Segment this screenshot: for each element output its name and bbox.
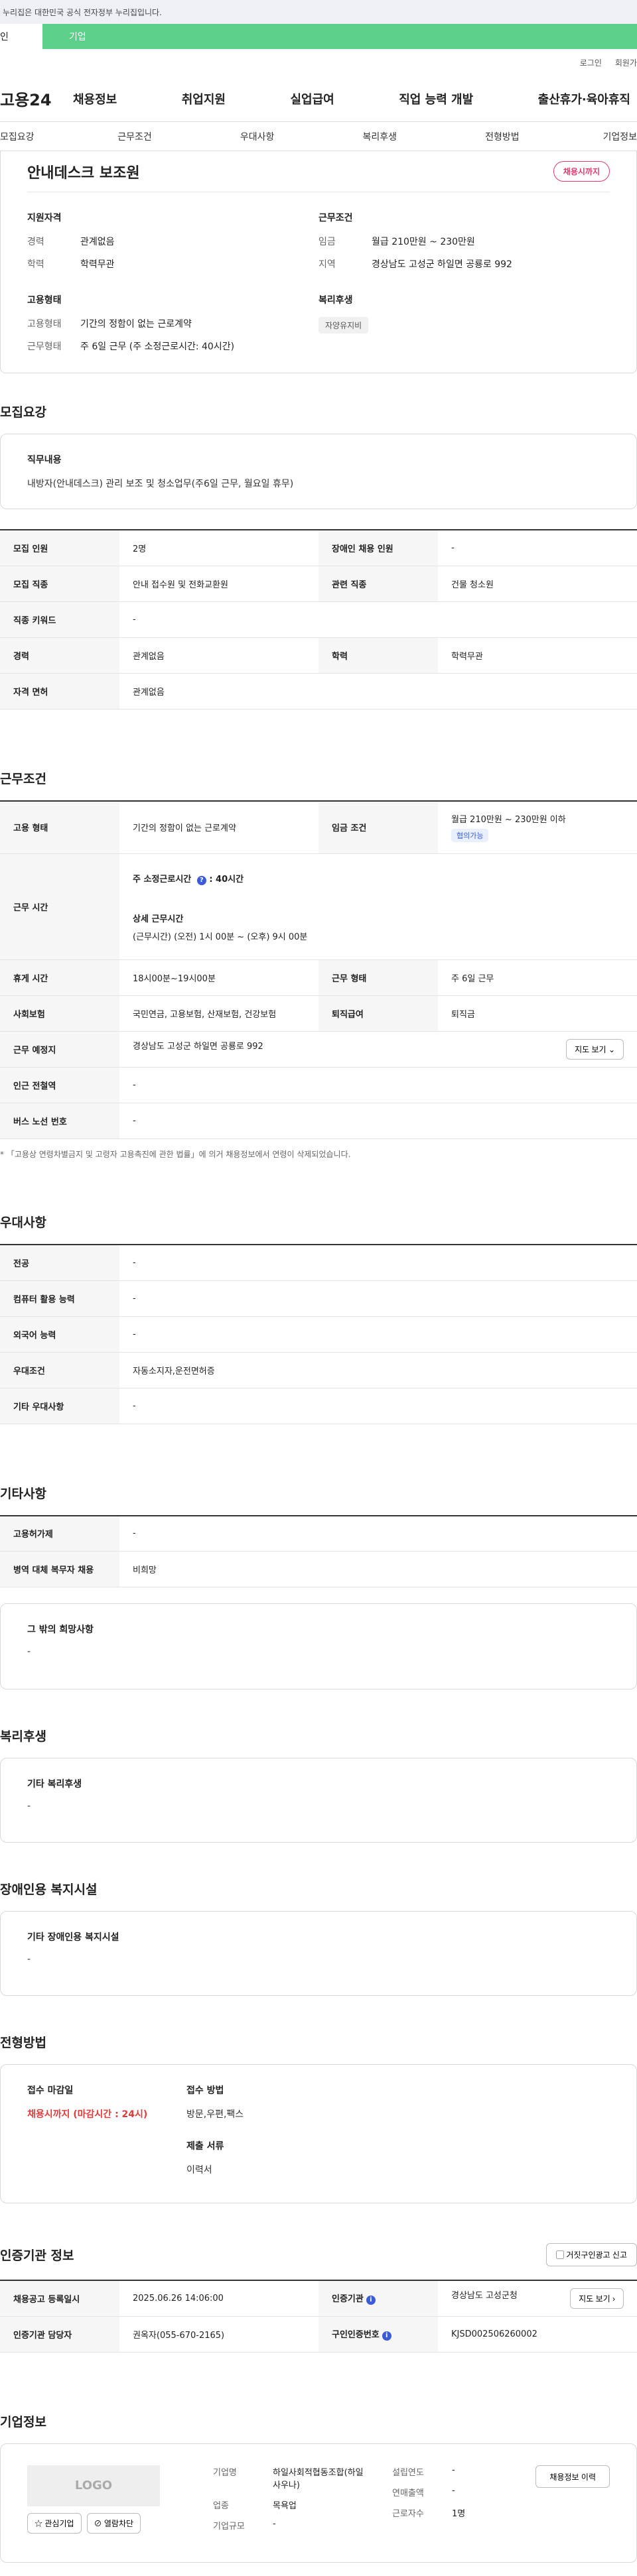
- block-icon: ⊘: [94, 2518, 102, 2528]
- company-box: LOGO ☆ 관심기업 ⊘ 열람차단 기업명 하일사회적협동조합(하일사우나) 업…: [0, 2443, 637, 2563]
- tab-company[interactable]: 기업정보: [563, 130, 637, 143]
- agency-table: 채용공고 등록일시 2025.06.26 14:06:00 인증기관 i 경상남도 …: [0, 2280, 637, 2353]
- emp-title: 고용형태: [27, 295, 62, 306]
- gnb-item-leave[interactable]: 출산휴가·육아휴직: [538, 90, 630, 107]
- utility-links: 로그인 회원가: [0, 49, 637, 76]
- gov-banner: 누리집은 대한민국 공식 전자정부 누리집입니다.: [0, 0, 637, 24]
- table-row: 전공 -: [0, 1245, 637, 1281]
- agency-map-button[interactable]: 지도 보기 ›: [570, 2288, 624, 2309]
- table-row: 인증기관 담당자 권옥자(055-670-2165) 구인인증번호 i KJSD00…: [0, 2316, 637, 2353]
- map-button[interactable]: 지도 보기 ⌄: [566, 1039, 624, 1060]
- table-row: 근무 시간 주 소정근로시간 ? : 40시간 상세 근무시간 (근무시간) (…: [0, 853, 637, 960]
- welfare-box: 기타 복리후생 -: [0, 1758, 637, 1843]
- work-section-title: 근무조건: [0, 771, 46, 786]
- table-row: 모집 인원 2명 장애인 채용 인원 -: [0, 530, 637, 566]
- tab-selection[interactable]: 전형방법: [441, 130, 564, 143]
- join-link[interactable]: 회원가: [615, 57, 637, 68]
- table-row: 버스 노선 번호 -: [0, 1103, 637, 1139]
- job-summary-card: 안내데스크 보조원 채용시까지 지원자격 경력 관계없음 학력 학력무관 고용형태 …: [0, 151, 637, 373]
- chevron-right-icon: ›: [612, 2294, 615, 2303]
- table-row: 자격 면허 관계없음: [0, 673, 637, 709]
- qual-title: 지원자격: [27, 213, 62, 223]
- negotiable-chip: 협의가능: [451, 829, 489, 843]
- info-icon[interactable]: i: [366, 2296, 376, 2305]
- chevron-down-icon: ⌄: [608, 1045, 615, 1054]
- table-row: 모집 직종 안내 접수원 및 전화교환원 관련 직종 건물 청소원: [0, 566, 637, 602]
- tab-conditions[interactable]: 근무조건: [74, 130, 196, 143]
- recruit-section-title: 모집요강: [0, 405, 46, 420]
- deadline-value: 채용시까지 (마감시간 : 24시): [27, 2109, 148, 2120]
- login-link[interactable]: 로그인: [580, 57, 602, 68]
- box-icon: ▢: [555, 2250, 564, 2260]
- site-logo[interactable]: 고용24: [0, 87, 73, 110]
- work-table: 고용 형태 기간의 정함이 없는 근로계약 임금 조건 월급 210만원 ~ 23…: [0, 800, 637, 1139]
- pref-table: 전공 - 컴퓨터 활용 능력 - 외국어 능력 - 우대조건 자동소지자,운전면허증 기…: [0, 1244, 637, 1424]
- favorite-company-button[interactable]: ☆ 관심기업: [27, 2512, 82, 2534]
- welfare-section-title: 복리후생: [0, 1729, 46, 1744]
- table-row: 컴퓨터 활용 능력 -: [0, 1280, 637, 1317]
- company-section-title: 기업정보: [0, 2414, 46, 2429]
- selection-box: 접수 마감일 채용시까지 (마감시간 : 24시) 접수 방법 방문,우편,팩스…: [0, 2064, 637, 2203]
- table-row: 기타 우대사항 -: [0, 1388, 637, 1424]
- tab-individual[interactable]: 인: [0, 24, 42, 49]
- gnb-item-unemployment[interactable]: 실업급여: [291, 90, 334, 107]
- tab-preferences[interactable]: 우대사항: [196, 130, 318, 143]
- table-row: 고용 형태 기간의 정함이 없는 근로계약 임금 조건 월급 210만원 ~ 23…: [0, 800, 637, 854]
- table-row: 인근 전철역 -: [0, 1067, 637, 1103]
- other-wishes-box: 그 밖의 희망사항 -: [0, 1603, 637, 1689]
- table-row: 우대조건 자동소지자,운전면허증: [0, 1352, 637, 1388]
- gnb-item-support[interactable]: 취업지원: [182, 90, 226, 107]
- company-logo: LOGO: [27, 2465, 160, 2506]
- table-row: 경력 관계없음 학력 학력무관: [0, 637, 637, 674]
- section-tabs: 모집요강 근무조건 우대사항 복리후생 전형방법 기업정보: [0, 122, 637, 151]
- recruit-table: 모집 인원 2명 장애인 채용 인원 - 모집 직종 안내 접수원 및 전화교환원 관…: [0, 529, 637, 709]
- status-badge: 채용시까지: [553, 161, 610, 182]
- table-row: 근무 예정지 경상남도 고성군 하일면 공룡로 992 지도 보기 ⌄: [0, 1031, 637, 1068]
- pref-section-title: 우대사항: [0, 1215, 46, 1230]
- info-icon[interactable]: ?: [196, 875, 206, 885]
- job-title: 안내데스크 보조원: [27, 164, 140, 182]
- table-row: 휴게 시간 18시00분~19시00분 근무 형태 주 6일 근무: [0, 959, 637, 996]
- tab-recruit[interactable]: 모집요강: [0, 130, 74, 143]
- welfare-chip: 자양유지비: [318, 317, 369, 334]
- block-company-button[interactable]: ⊘ 열람차단: [86, 2512, 141, 2534]
- table-row: 고용허가제 -: [0, 1515, 637, 1552]
- table-row: 병역 대체 복무자 채용 비희망: [0, 1551, 637, 1587]
- gnb-item-jobs[interactable]: 채용정보: [73, 90, 117, 107]
- disabled-box: 기타 장애인용 복지시설 -: [0, 1911, 637, 1996]
- disabled-section-title: 장애인용 복지시설: [0, 1882, 98, 1897]
- table-row: 직종 키워드 -: [0, 601, 637, 638]
- report-fake-ad-button[interactable]: ▢ 거짓구인광고 신고: [545, 2243, 637, 2266]
- cond-title: 근무조건: [318, 213, 353, 223]
- info-icon[interactable]: i: [382, 2331, 391, 2341]
- table-row: 외국어 능력 -: [0, 1316, 637, 1353]
- age-note: * 「고용상 연령차별금지 및 고령자 고용촉진에 관한 법률」에 의거 채용정…: [0, 1150, 351, 1159]
- welfare-title: 복리후생: [318, 295, 353, 306]
- job-description-box: 직무내용 내방자(안내데스크) 관리 보조 및 청소업무(주6일 근무, 월요일…: [0, 434, 637, 509]
- tab-company[interactable]: 기업: [42, 24, 637, 49]
- selection-section-title: 전형방법: [0, 2036, 46, 2050]
- star-icon: ☆: [35, 2518, 43, 2528]
- user-type-tabs: 인 기업: [0, 24, 637, 49]
- etc-table: 고용허가제 - 병역 대체 복무자 채용 비희망: [0, 1514, 637, 1587]
- tab-welfare[interactable]: 복리후생: [318, 130, 441, 143]
- agency-section-title: 인증기관 정보: [0, 2248, 74, 2263]
- etc-section-title: 기타사항: [0, 1486, 46, 1501]
- table-row: 사회보험 국민연금, 고용보험, 산재보험, 건강보험 퇴직급여 퇴직금: [0, 995, 637, 1032]
- table-row: 채용공고 등록일시 2025.06.26 14:06:00 인증기관 i 경상남도 …: [0, 2280, 637, 2317]
- global-nav: 고용24 채용정보 취업지원 실업급여 직업 능력 개발 출산휴가·육아휴직: [0, 76, 637, 122]
- gnb-item-training[interactable]: 직업 능력 개발: [399, 90, 473, 107]
- job-history-button[interactable]: 채용정보 이력: [535, 2465, 610, 2488]
